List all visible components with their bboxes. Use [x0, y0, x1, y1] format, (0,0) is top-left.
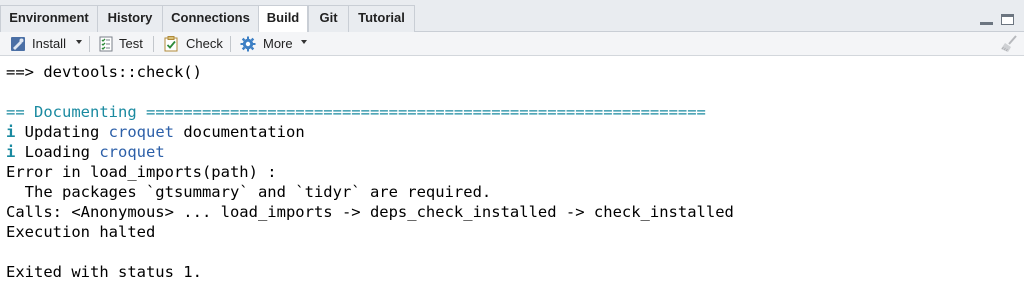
calls-trace: Calls: <Anonymous> ... load_imports -> d…	[6, 203, 734, 221]
toolbar-divider	[89, 36, 90, 52]
test-button[interactable]: Test	[119, 35, 143, 53]
info-icon: i	[6, 123, 16, 141]
broom-icon[interactable]	[1000, 35, 1018, 53]
tab-history[interactable]: History	[97, 5, 162, 32]
build-toolbar: Install Test Check More	[0, 32, 1024, 56]
info-icon: i	[6, 143, 16, 161]
tab-environment[interactable]: Environment	[0, 5, 97, 32]
more-button[interactable]: More	[263, 35, 293, 53]
package-name: croquet	[99, 143, 165, 161]
execution-halted: Execution halted	[6, 223, 156, 241]
maximize-pane-icon[interactable]	[1001, 14, 1014, 25]
install-button[interactable]: Install	[32, 35, 66, 53]
check-icon[interactable]	[163, 36, 179, 52]
tab-git[interactable]: Git	[308, 5, 348, 32]
minimize-pane-icon[interactable]	[980, 14, 993, 25]
updating-text: Updating	[15, 123, 109, 141]
command-line: ==> devtools::check()	[6, 63, 202, 81]
install-dropdown-icon[interactable]	[76, 40, 82, 44]
updating-suffix: documentation	[174, 123, 305, 141]
pane-tab-bar: Environment History Connections Build Gi…	[0, 0, 1024, 33]
tab-tutorial[interactable]: Tutorial	[348, 5, 415, 32]
updating-message: i Updating croquet documentation	[6, 122, 305, 142]
test-icon[interactable]	[98, 36, 114, 52]
tab-connections[interactable]: Connections	[162, 5, 258, 32]
gear-icon[interactable]	[240, 36, 256, 52]
toolbar-divider	[153, 36, 154, 52]
loading-message: i Loading croquet	[6, 142, 165, 162]
toolbar-divider	[230, 36, 231, 52]
error-message: Error in load_imports(path) :	[6, 163, 277, 181]
build-console-output: ==> devtools::check() == Documenting ===…	[0, 56, 1024, 287]
error-detail: The packages `gtsummary` and `tidyr` are…	[6, 183, 492, 201]
section-rule: ========================================…	[145, 103, 706, 121]
loading-text: Loading	[15, 143, 100, 161]
exit-status: Exited with status 1.	[6, 263, 202, 281]
more-dropdown-icon[interactable]	[301, 40, 307, 44]
section-title: == Documenting	[6, 103, 146, 121]
check-button[interactable]: Check	[186, 35, 223, 53]
package-name: croquet	[108, 123, 174, 141]
install-icon[interactable]	[10, 36, 26, 52]
tab-build[interactable]: Build	[258, 5, 308, 33]
section-header: == Documenting =========================…	[6, 102, 706, 122]
